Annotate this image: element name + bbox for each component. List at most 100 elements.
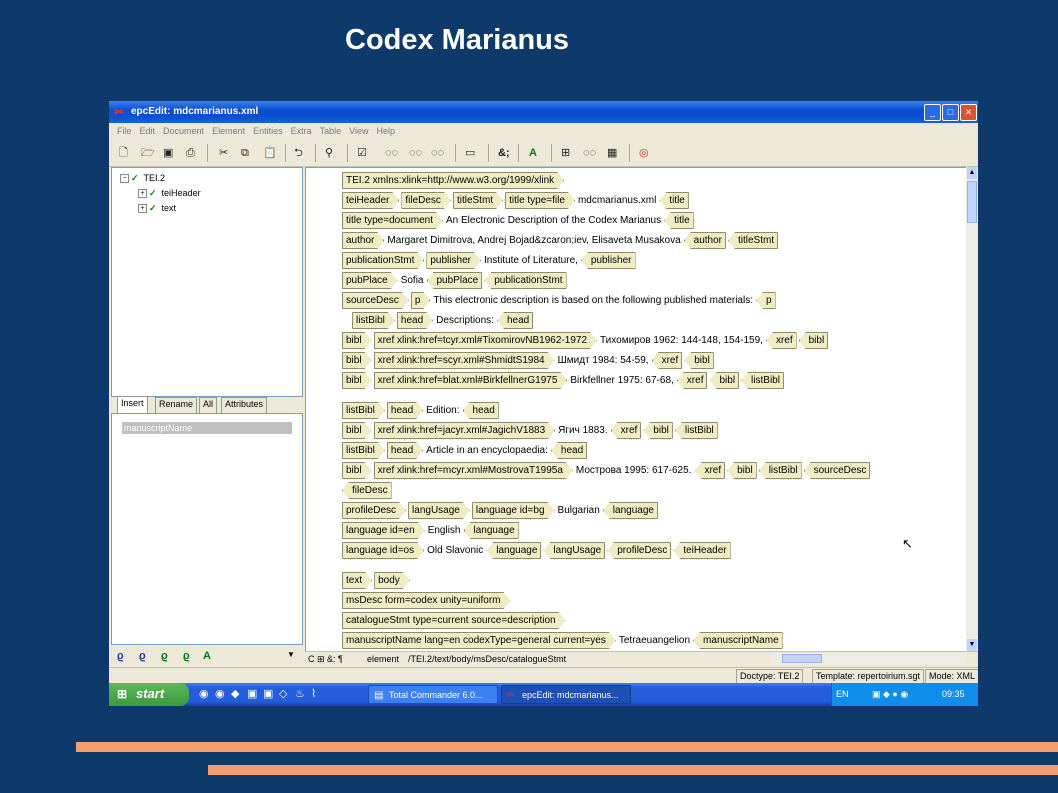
quicklaunch-icon[interactable]: ♨ (295, 687, 305, 700)
scroll-thumb[interactable] (782, 654, 822, 663)
element-text[interactable]: This electronic description is based on … (433, 293, 753, 308)
menu-view[interactable]: View (345, 123, 372, 136)
end-tag[interactable]: head (496, 312, 534, 329)
menu-element[interactable]: Element (208, 123, 249, 136)
start-tag[interactable]: bibl (342, 352, 372, 369)
start-tag[interactable]: body (374, 572, 410, 589)
tree-node-root[interactable]: − ✓ TEI.2 (120, 173, 165, 184)
expand-icon[interactable]: + (138, 204, 147, 214)
element-text[interactable]: Мострова 1995: 617-625. (576, 463, 692, 478)
attribute-icon[interactable]: ▭ (465, 145, 475, 161)
menu-table[interactable]: Table (316, 123, 346, 136)
xml-line[interactable]: bibl xref xlink:href=scyr.xml#ShmidtS1984… (342, 352, 716, 369)
start-tag[interactable]: bibl (342, 462, 372, 479)
end-tag[interactable]: bibl (727, 462, 757, 479)
quicklaunch-icon[interactable]: ▣ (247, 687, 257, 700)
scroll-thumb[interactable] (967, 181, 977, 223)
vertical-scrollbar[interactable]: ▲ ▼ (966, 167, 978, 651)
xml-line[interactable]: bibl xref xlink:href=jacyr.xml#JagichV188… (342, 422, 720, 439)
element-text[interactable]: An Electronic Description of the Codex M… (446, 213, 661, 228)
start-tag[interactable]: xref xlink:href=tcyr.xml#TixomirovNB1962… (374, 332, 597, 349)
print-icon[interactable]: ⎙ (186, 145, 195, 161)
close-button[interactable]: ✕ (960, 104, 977, 121)
expand-icon[interactable]: + (138, 189, 147, 199)
end-tag[interactable]: xref (676, 372, 708, 389)
task-total-commander[interactable]: ▤ Total Commander 6.0... (368, 685, 498, 704)
start-tag[interactable]: language id=en (342, 522, 425, 539)
start-tag[interactable]: fileDesc (401, 192, 451, 209)
element-icon[interactable]: ϱ (161, 650, 168, 662)
end-tag[interactable]: fileDesc (342, 482, 392, 499)
menu-document[interactable]: Document (159, 123, 208, 136)
xml-line[interactable]: pubPlace Sofia pubPlace publicationStmt (342, 272, 569, 289)
find-icon[interactable]: ⚲ (325, 145, 333, 161)
xml-line[interactable]: catalogueStmt type=current source=descri… (342, 612, 568, 628)
quicklaunch-icon[interactable]: ◆ (231, 687, 239, 700)
end-tag[interactable]: p (756, 292, 776, 309)
end-tag[interactable]: title (664, 212, 694, 229)
validate-icon[interactable]: ☑ (357, 145, 367, 161)
end-tag[interactable]: language (463, 522, 519, 539)
start-tag[interactable]: sourceDesc (342, 292, 409, 309)
cut-icon[interactable]: ✂ (219, 145, 228, 161)
quicklaunch-icon[interactable]: ◉ (215, 687, 225, 700)
element-icon[interactable]: ϱ (139, 650, 146, 662)
end-tag[interactable]: titleStmt (728, 232, 779, 249)
end-tag[interactable]: listBibl (674, 422, 718, 439)
start-tag[interactable]: manuscriptName lang=en codexType=general… (342, 632, 616, 649)
open-folder-icon[interactable]: 🗁 (141, 145, 155, 161)
end-tag[interactable]: author (683, 232, 726, 249)
end-tag[interactable]: xref (610, 422, 642, 439)
tree-node-teiheader[interactable]: + ✓ teiHeader (138, 188, 201, 199)
start-tag[interactable]: language id=bg (472, 502, 555, 519)
end-tag[interactable]: teiHeader (673, 542, 731, 559)
end-tag[interactable]: language (602, 502, 658, 519)
save-icon[interactable]: ▣ (163, 145, 173, 161)
xml-line[interactable]: manuscriptName lang=en codexType=general… (342, 632, 785, 649)
end-tag[interactable]: bibl (643, 422, 673, 439)
xml-line[interactable]: listBibl head Descriptions: head (352, 312, 535, 329)
menu-help[interactable]: Help (373, 123, 400, 136)
start-tag[interactable]: profileDesc (342, 502, 406, 519)
menu-entities[interactable]: Entities (249, 123, 287, 136)
help-lifebuoy-icon[interactable]: ◎ (639, 145, 649, 161)
xml-line[interactable]: text body (342, 572, 412, 588)
menu-extra[interactable]: Extra (287, 123, 316, 136)
end-tag[interactable]: manuscriptName (693, 632, 783, 649)
xml-line[interactable]: title type=document An Electronic Descrip… (342, 212, 696, 229)
insert-after-icon[interactable]: ◌◌ (431, 145, 444, 161)
tab-attributes[interactable]: Attributes (221, 397, 268, 413)
maximize-button[interactable]: □ (942, 104, 959, 121)
end-tag[interactable]: profileDesc (607, 542, 672, 559)
start-tag[interactable]: head (387, 402, 423, 419)
xml-line[interactable]: language id=os Old Slavonic language langUs… (342, 542, 733, 559)
paste-icon[interactable]: 📋 (263, 145, 277, 161)
end-tag[interactable]: language (486, 542, 542, 559)
copy-icon[interactable]: ⧉ (241, 145, 249, 161)
quicklaunch-icon[interactable]: ◇ (279, 687, 287, 700)
undo-icon[interactable]: ⮌ (294, 145, 303, 161)
end-tag[interactable]: publisher (580, 252, 636, 269)
start-tag[interactable]: titleStmt (453, 192, 503, 209)
quicklaunch-icon[interactable]: ▣ (263, 687, 273, 700)
start-tag[interactable]: bibl (342, 372, 372, 389)
scroll-up-icon[interactable]: ▲ (967, 167, 977, 179)
horizontal-scrollbar[interactable] (770, 653, 966, 664)
insert-before-icon[interactable]: ◌◌ (409, 145, 422, 161)
start-tag[interactable]: teiHeader (342, 192, 399, 209)
start-button[interactable]: ⊞ start (109, 683, 189, 706)
start-tag[interactable]: listBibl (342, 402, 385, 419)
element-text[interactable]: Тихомиров 1962: 144-148, 154-159, (600, 333, 763, 348)
start-tag[interactable]: langUsage (408, 502, 470, 519)
xml-line[interactable]: language id=en English language (342, 522, 521, 539)
task-epcedit[interactable]: ✂ epcEdit: mdcmarianus... (501, 685, 631, 704)
start-tag[interactable]: pubPlace (342, 272, 398, 289)
end-tag[interactable]: xref (651, 352, 683, 369)
tab-insert[interactable]: Insert (117, 396, 148, 414)
start-tag[interactable]: catalogueStmt type=current source=descri… (342, 612, 566, 629)
xml-line[interactable]: profileDesc langUsage language id=bg Bulgar… (342, 502, 660, 519)
element-text[interactable]: Birkfellner 1975: 67-68, (570, 373, 673, 388)
start-tag[interactable]: xref xlink:href=mcyr.xml#MostrovaT1995a (374, 462, 573, 479)
element-text[interactable]: Old Slavonic (427, 543, 483, 558)
start-tag[interactable]: publicationStmt (342, 252, 424, 269)
